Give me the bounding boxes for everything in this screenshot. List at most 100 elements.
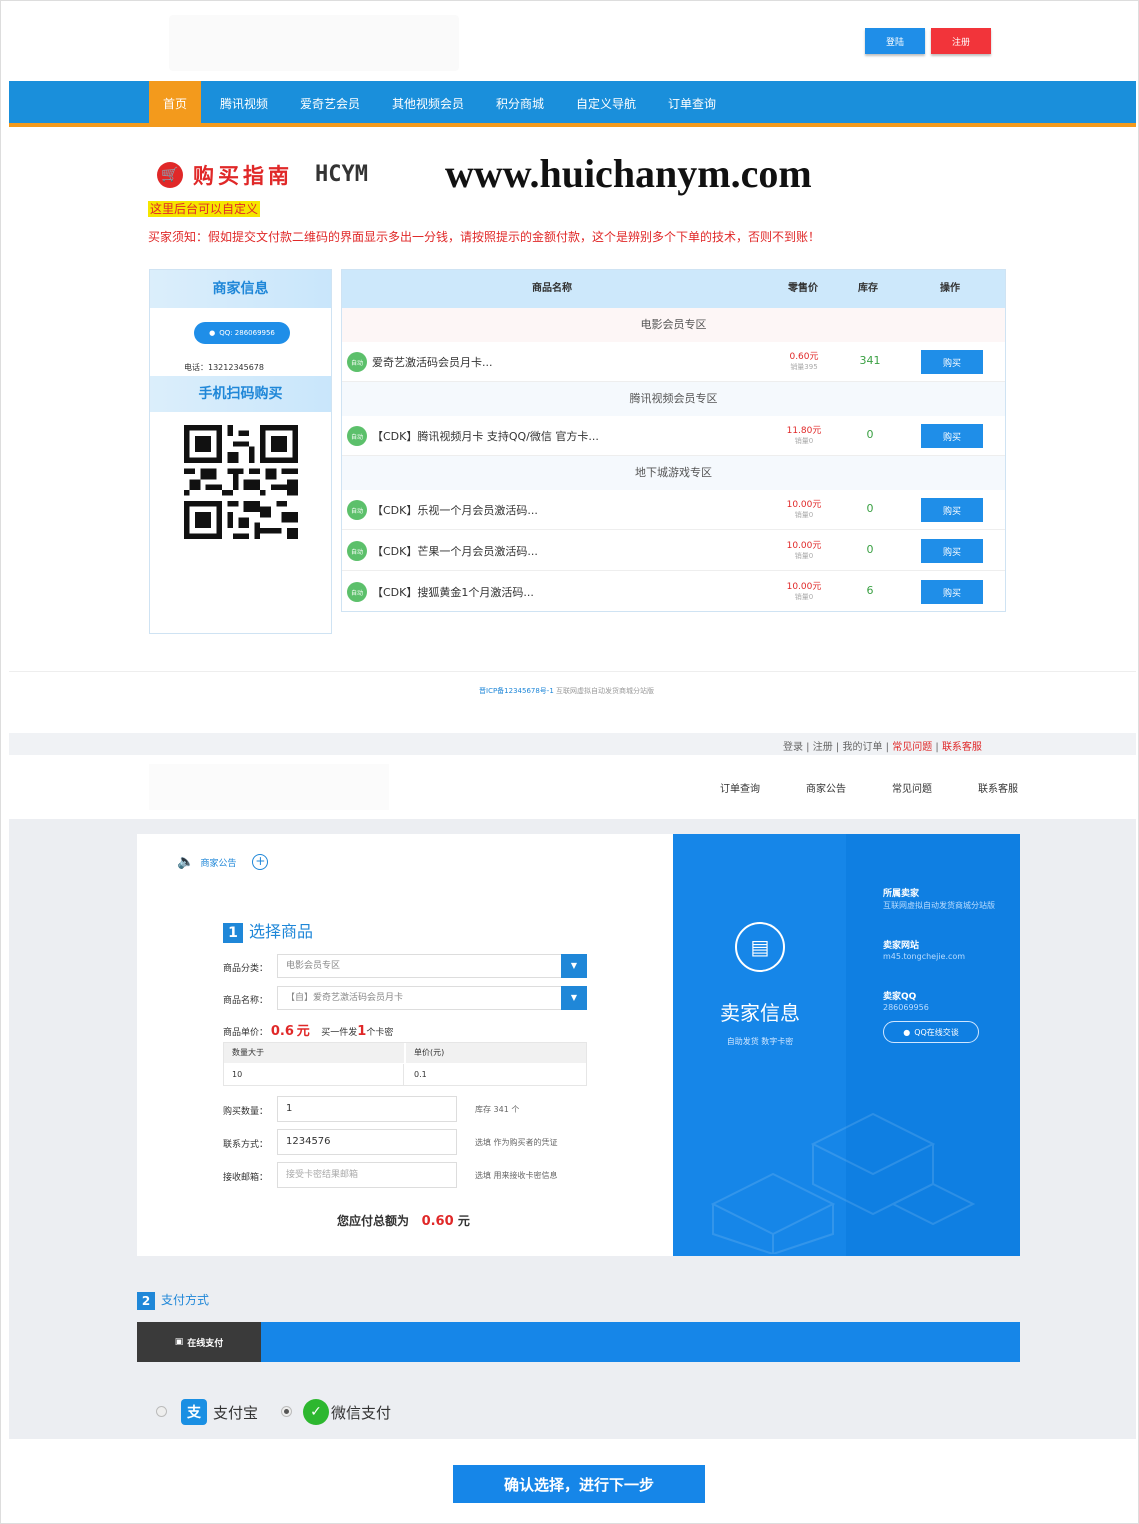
auto-badge: 自动 [347, 541, 367, 561]
product-name[interactable]: 【CDK】搜狐黄金1个月激活码... [372, 584, 534, 600]
buy-button[interactable]: 购买 [921, 539, 983, 563]
confirm-next-button[interactable]: 确认选择，进行下一步 [453, 1465, 705, 1503]
goods-table: 商品名称 零售价 库存 操作 电影会员专区 自动 爱奇艺激活码会员月卡... 0… [341, 269, 1006, 612]
qq-icon: ● [903, 1027, 911, 1037]
alipay-icon[interactable]: 支 [181, 1399, 207, 1425]
site-url: www.huichanym.com [445, 151, 812, 196]
buyer-notice: 买家须知：假如提交文付款二维码的界面显示多出一分钱，请按照提示的金额付款，这个是… [148, 230, 821, 244]
buy-button[interactable]: 购买 [921, 580, 983, 604]
table-row: 自动 【CDK】腾讯视频月卡 支持QQ/微信 官方卡... 11.80元 销量0… [342, 416, 1005, 456]
auto-badge: 自动 [347, 500, 367, 520]
table-row: 自动 爱奇艺激活码会员月卡... 0.60元 销量395 341 购买 [342, 342, 1005, 382]
contact-service-link[interactable]: 联系客服 [942, 742, 982, 753]
icp-info: 晋ICP备12345678号-1 互联网虚拟自动发货商城分站版 [479, 686, 654, 696]
announcement[interactable]: 🔈 商家公告 + [177, 854, 269, 870]
product-select[interactable]: 【自】爱奇艺激活码会员月卡 ▼ [277, 986, 587, 1010]
wechat-radio[interactable] [281, 1406, 292, 1417]
tier-price: 0.1 [414, 1070, 427, 1079]
seller-qq: 286069956 [883, 1003, 929, 1012]
top-register-link[interactable]: 注册 [813, 742, 833, 753]
total-amount: 您应付总额为 0.60 元 [337, 1212, 470, 1229]
quantity-input[interactable]: 1 [277, 1096, 457, 1122]
seller-qq-label: 卖家QQ [883, 992, 917, 1002]
col-action: 操作 [940, 283, 960, 294]
link-order-query[interactable]: 订单查询 [720, 780, 760, 795]
product-name[interactable]: 【CDK】芒果一个月会员激活码... [372, 543, 538, 559]
nav-iqiyi[interactable]: 爱奇艺会员 [286, 81, 374, 127]
nav-custom[interactable]: 自定义导航 [562, 81, 650, 127]
chevron-down-icon[interactable]: ▼ [561, 986, 587, 1010]
my-orders-link[interactable]: 我的订单 [842, 742, 882, 753]
link-contact[interactable]: 联系客服 [978, 780, 1018, 795]
nav-points-mall[interactable]: 积分商城 [482, 81, 558, 127]
category-label: 商品分类： [223, 964, 269, 974]
unit-price-row: 商品单价： 0.6 元 买一件发1个卡密 [223, 1020, 393, 1039]
qty-label: 购买数量： [223, 1107, 269, 1117]
auto-badge: 自动 [347, 426, 367, 446]
chevron-down-icon[interactable]: ▼ [561, 954, 587, 978]
nav-home[interactable]: 首页 [149, 81, 201, 127]
alipay-radio[interactable] [156, 1406, 167, 1417]
register-button[interactable]: 注册 [931, 28, 991, 54]
online-payment-tab[interactable]: ▣ 在线支付 [137, 1322, 261, 1362]
link-faq[interactable]: 常见问题 [892, 780, 932, 795]
buy-button[interactable]: 购买 [921, 350, 983, 374]
isometric-decoration [710, 1112, 976, 1254]
footer-text: 互联网虚拟自动发货商城分站版 [556, 687, 655, 695]
merchant-qq-button[interactable]: ● QQ: 286069956 [194, 322, 290, 344]
buy-button[interactable]: 购买 [921, 498, 983, 522]
qr-code [184, 425, 298, 539]
wechat-icon[interactable]: ✓ [303, 1399, 329, 1425]
category-select[interactable]: 电影会员专区 ▼ [277, 954, 587, 978]
product-price: 10.00元 [786, 500, 822, 510]
product-name[interactable]: 爱奇艺激活码会员月卡... [372, 354, 493, 370]
site-logo[interactable] [169, 15, 459, 71]
seller-name-label: 所属卖家 [883, 889, 920, 899]
card-icon: ▣ [174, 1337, 184, 1347]
zone-header: 腾讯视频会员专区 [342, 382, 1005, 416]
product-name[interactable]: 【CDK】乐视一个月会员激活码... [372, 502, 538, 518]
expand-icon[interactable]: + [252, 854, 269, 870]
qq-chat-button[interactable]: ● QQ在线交谈 [883, 1021, 979, 1043]
table-row: 自动 【CDK】芒果一个月会员激活码... 10.00元 销量0 0 购买 [342, 531, 1005, 571]
unit-price-value: 0.6 [270, 1024, 294, 1039]
tier-qty: 10 [224, 1064, 404, 1086]
product-name[interactable]: 【CDK】腾讯视频月卡 支持QQ/微信 官方卡... [372, 428, 599, 444]
top-login-link[interactable]: 登录 [783, 742, 803, 753]
seller-site-label: 卖家网站 [883, 941, 920, 951]
online-payment-label: 在线支付 [187, 1338, 224, 1349]
shop-logo[interactable] [149, 764, 389, 810]
merchant-info-title: 商家信息 [150, 270, 331, 308]
shop-header: 订单查询 商家公告 常见问题 联系客服 [9, 756, 1136, 818]
product-stock: 0 [866, 543, 874, 556]
total-label: 您应付总额为 [337, 1214, 410, 1228]
stock-hint: 库存 341 个 [475, 1105, 520, 1114]
guide-banner: 🛒 购买指南 HCYM www.huichanym.com 这里后台可以自定义 … [147, 146, 1009, 258]
faq-link[interactable]: 常见问题 [892, 742, 932, 753]
product-sales: 销量0 [794, 552, 814, 560]
merchant-qq: QQ: 286069956 [219, 329, 275, 337]
buy-button[interactable]: 购买 [921, 424, 983, 448]
col-price: 零售价 [788, 283, 818, 294]
link-announcement[interactable]: 商家公告 [806, 780, 846, 795]
col-stock: 库存 [858, 283, 878, 294]
nav-tencent-video[interactable]: 腾讯视频 [206, 81, 282, 127]
zone-header: 地下城游戏专区 [342, 456, 1005, 490]
unit-note-num: 1 [357, 1024, 367, 1039]
qq-chat-label: QQ在线交谈 [914, 1027, 959, 1037]
guide-title: 购买指南 [193, 164, 293, 188]
login-button[interactable]: 登陆 [865, 28, 925, 54]
tier-header-price: 单价(元) [406, 1043, 586, 1063]
seller-site[interactable]: m45.tongchejie.com [883, 952, 965, 961]
nav-other-video[interactable]: 其他视频会员 [378, 81, 478, 127]
contact-input[interactable]: 1234576 [277, 1129, 457, 1155]
nav-order-query[interactable]: 订单查询 [654, 81, 730, 127]
user-links: 登录 | 注册 | 我的订单 | 常见问题 | 联系客服 [783, 742, 982, 753]
announcement-label: 商家公告 [200, 858, 237, 869]
step1-label: 选择商品 [249, 922, 314, 941]
alipay-label[interactable]: 支付宝 [213, 1402, 258, 1423]
icp-link[interactable]: 晋ICP备12345678号-1 [479, 687, 554, 695]
qq-icon: ● [209, 329, 216, 337]
wechat-label[interactable]: 微信支付 [331, 1402, 391, 1423]
email-input[interactable]: 接受卡密结果邮箱 [277, 1162, 457, 1188]
